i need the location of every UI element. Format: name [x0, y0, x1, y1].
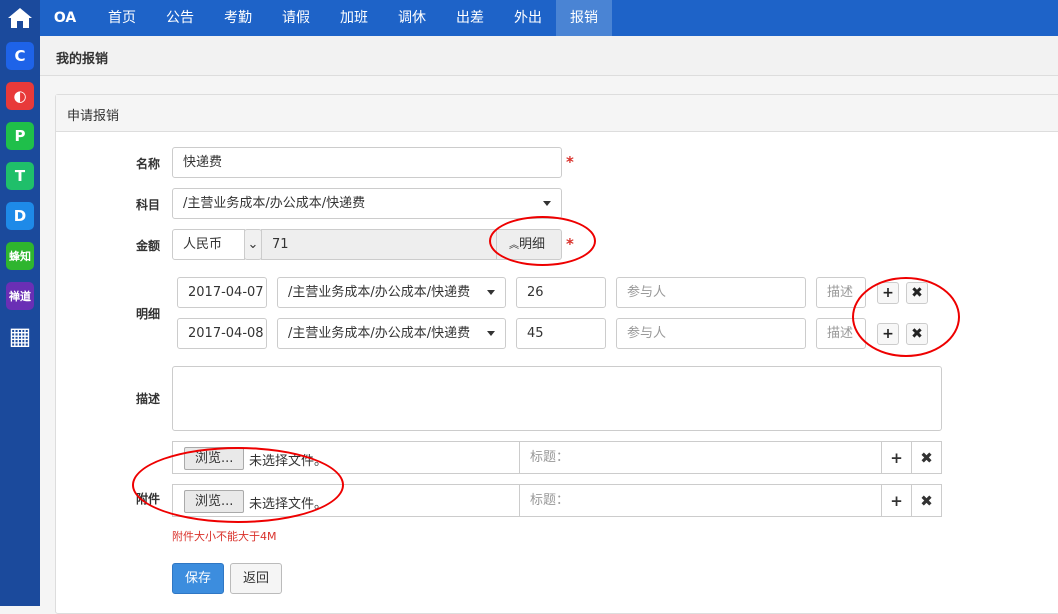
- detail-subject-select[interactable]: /主营业务成本/办公成本/快递费: [277, 318, 506, 349]
- detail-amount-input[interactable]: 45: [516, 318, 606, 349]
- browse-button[interactable]: 浏览...: [184, 490, 245, 513]
- save-button[interactable]: 保存: [172, 563, 224, 594]
- required-mark: *: [566, 235, 574, 253]
- attachment-row: 浏览... 未选择文件。 标题： + ✖: [172, 484, 942, 517]
- nav-item[interactable]: 报销: [556, 0, 612, 36]
- browse-button[interactable]: 浏览...: [184, 447, 245, 470]
- detail-toggle-label: 明细: [519, 237, 546, 252]
- home-icon[interactable]: [0, 0, 40, 36]
- remove-attachment-icon[interactable]: ✖: [911, 484, 942, 517]
- subject-select[interactable]: /主营业务成本/办公成本/快递费: [172, 188, 562, 219]
- reimbursement-panel: 申请报销 名称 快递费 * 科目 /主营业务成本/办公成本/快递费 金额 人民币…: [55, 94, 1058, 614]
- chandao-app-icon[interactable]: 禅道: [6, 282, 34, 310]
- detail-toggle-button[interactable]: ︽明细: [496, 229, 562, 260]
- nav-item[interactable]: 公告: [152, 0, 208, 36]
- detail-date-input[interactable]: 2017-04-07: [177, 277, 267, 308]
- detail-subject-value: /主营业务成本/办公成本/快递费: [288, 285, 471, 300]
- name-label: 名称: [136, 157, 161, 171]
- page-title: 我的报销: [56, 52, 109, 67]
- remove-attachment-icon[interactable]: ✖: [911, 441, 942, 474]
- double-chevron-up-icon: ︽: [509, 240, 519, 251]
- attachment-size-note: 附件大小不能大于4M: [172, 530, 277, 543]
- chevron-down-icon: [487, 331, 495, 336]
- detail-description-input[interactable]: 描述: [816, 277, 866, 308]
- nav-item[interactable]: 加班: [326, 0, 382, 36]
- description-textarea[interactable]: [172, 366, 942, 431]
- add-attachment-icon[interactable]: +: [881, 441, 912, 474]
- nav-item[interactable]: 首页: [94, 0, 150, 36]
- detail-participant-input[interactable]: 参与人: [616, 277, 806, 308]
- required-mark: *: [566, 153, 574, 171]
- attachment-row: 浏览... 未选择文件。 标题： + ✖: [172, 441, 942, 474]
- nav-item[interactable]: 考勤: [210, 0, 266, 36]
- detail-subject-value: /主营业务成本/办公成本/快递费: [288, 326, 471, 341]
- add-attachment-icon[interactable]: +: [881, 484, 912, 517]
- file-status: 未选择文件。: [249, 454, 328, 469]
- chevron-down-icon: [487, 290, 495, 295]
- p-app-icon[interactable]: P: [6, 122, 34, 150]
- half-circle-app-icon[interactable]: ◐: [6, 82, 34, 110]
- top-nav: OA 首页 公告 考勤 请假 加班 调休 出差 外出 报销: [40, 0, 1058, 36]
- panel-title: 申请报销: [56, 95, 1058, 132]
- amount-input: 71: [261, 229, 497, 260]
- name-input[interactable]: 快递费: [172, 147, 562, 178]
- remove-detail-icon[interactable]: ✖: [906, 323, 928, 345]
- nav-item[interactable]: 出差: [442, 0, 498, 36]
- detail-date-input[interactable]: 2017-04-08: [177, 318, 267, 349]
- file-status: 未选择文件。: [249, 497, 328, 512]
- nav-item[interactable]: 调休: [384, 0, 440, 36]
- currency-chevron-icon[interactable]: ⌄: [244, 229, 262, 260]
- attachment-label: 附件: [136, 492, 161, 506]
- grid-apps-icon[interactable]: ▦: [6, 322, 34, 350]
- detail-subject-select[interactable]: /主营业务成本/办公成本/快递费: [277, 277, 506, 308]
- c-app-icon[interactable]: C: [6, 42, 34, 70]
- subject-label: 科目: [136, 198, 161, 212]
- description-label: 描述: [136, 392, 161, 406]
- detail-amount-input[interactable]: 26: [516, 277, 606, 308]
- fengzhi-app-icon[interactable]: 蜂知: [6, 242, 34, 270]
- detail-label: 明细: [136, 307, 161, 321]
- breadcrumb-bar: 我的报销: [40, 36, 1058, 76]
- back-button[interactable]: 返回: [230, 563, 282, 594]
- add-detail-icon[interactable]: +: [877, 323, 899, 345]
- subject-select-value: /主营业务成本/办公成本/快递费: [183, 196, 366, 211]
- remove-detail-icon[interactable]: ✖: [906, 282, 928, 304]
- detail-participant-input[interactable]: 参与人: [616, 318, 806, 349]
- nav-item[interactable]: 外出: [500, 0, 556, 36]
- currency-select[interactable]: 人民币: [172, 229, 245, 260]
- chevron-down-icon: [543, 201, 551, 206]
- d-app-icon[interactable]: D: [6, 202, 34, 230]
- sidebar: C ◐ P T D 蜂知禅道 ▦: [0, 0, 40, 606]
- amount-label: 金额: [136, 239, 161, 253]
- detail-description-input[interactable]: 描述: [816, 318, 866, 349]
- logo[interactable]: OA: [48, 0, 82, 36]
- add-detail-icon[interactable]: +: [877, 282, 899, 304]
- nav-item[interactable]: 请假: [268, 0, 324, 36]
- attachment-title-input[interactable]: 标题：: [519, 442, 882, 473]
- t-app-icon[interactable]: T: [6, 162, 34, 190]
- attachment-title-input[interactable]: 标题：: [519, 485, 882, 516]
